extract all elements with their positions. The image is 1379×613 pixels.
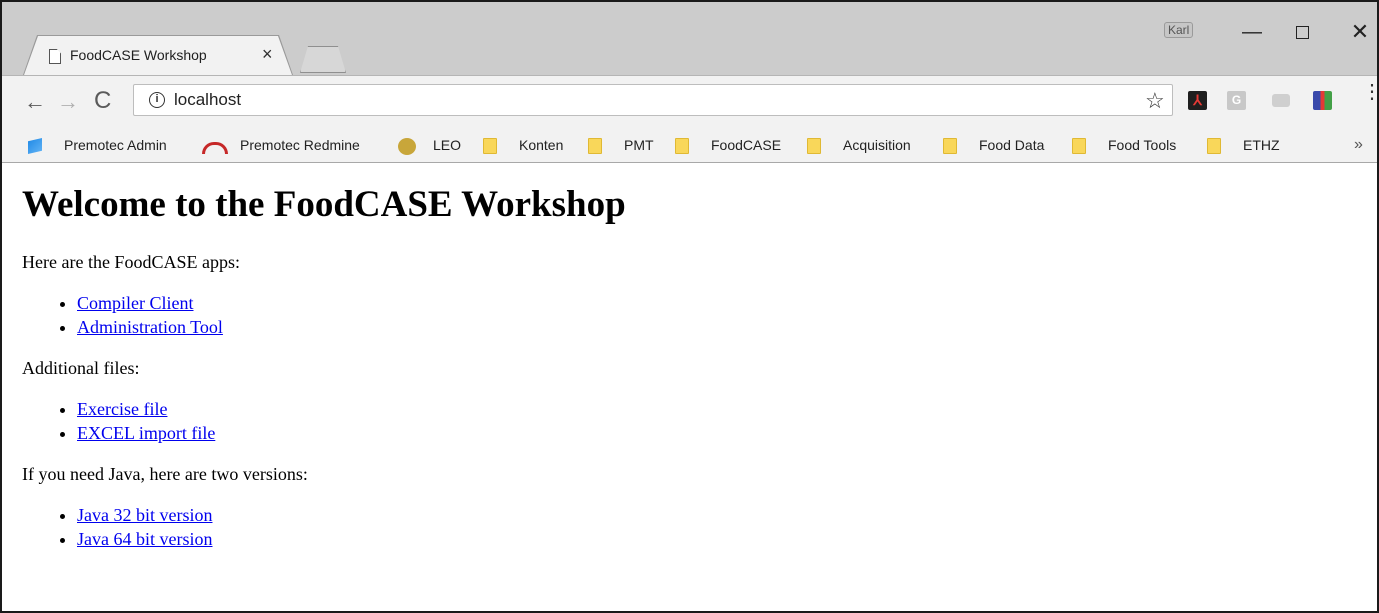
info-icon[interactable]: i [149,92,165,108]
bookmark-star-icon[interactable]: ☆ [1145,88,1165,114]
bookmark-food-tools[interactable]: Food Tools [1108,137,1176,153]
administration-tool-link[interactable]: Administration Tool [77,317,223,337]
url-text[interactable]: localhost [174,90,241,110]
folder-icon [675,138,689,154]
tab-title: FoodCASE Workshop [70,47,207,63]
browser-window: FoodCASE Workshop × Karl — ✕ ← → C i loc… [0,0,1379,613]
chat-extension-icon[interactable] [1272,94,1290,107]
bookmark-premotec-redmine[interactable]: Premotec Redmine [240,137,360,153]
page-content: Welcome to the FoodCASE Workshop Here ar… [22,163,1372,569]
folder-icon [1207,138,1221,154]
list-item: Java 64 bit version [77,527,1372,551]
color-extension-icon[interactable] [1313,91,1332,110]
address-bar[interactable] [133,84,1173,116]
bookmark-foodcase[interactable]: FoodCASE [711,137,781,153]
back-button[interactable]: ← [24,89,46,115]
apps-intro: Here are the FoodCASE apps: [22,252,240,272]
java-intro: If you need Java, here are two versions: [22,464,308,484]
bookmark-acquisition[interactable]: Acquisition [843,137,911,153]
menu-icon[interactable]: ⋮ [1362,82,1377,102]
bookmark-pmt[interactable]: PMT [624,137,654,153]
folder-icon [483,138,497,154]
page-title: Welcome to the FoodCASE Workshop [22,184,626,225]
folder-icon [943,138,957,154]
list-item: Java 32 bit version [77,503,1372,527]
tab-close-icon[interactable]: × [262,44,273,65]
java-list: Java 32 bit version Java 64 bit version [77,503,1372,551]
bookmarks-overflow-button[interactable]: » [1354,136,1363,154]
list-item: Exercise file [77,397,1372,421]
bookmark-premotec-admin[interactable]: Premotec Admin [64,137,167,153]
java-32-bit-link[interactable]: Java 32 bit version [77,505,212,525]
close-window-button[interactable]: ✕ [1348,20,1372,44]
list-item: EXCEL import file [77,421,1372,445]
list-item: Administration Tool [77,315,1372,339]
g-extension-icon[interactable]: G [1227,91,1246,110]
bookmark-food-data[interactable]: Food Data [979,137,1044,153]
files-list: Exercise file EXCEL import file [77,397,1372,445]
bookmark-konten[interactable]: Konten [519,137,563,153]
compiler-client-link[interactable]: Compiler Client [77,293,194,313]
new-tab-button[interactable] [300,46,346,73]
minimize-button[interactable]: — [1240,20,1264,44]
maximize-button[interactable] [1296,26,1309,39]
profile-button[interactable]: Karl [1164,22,1194,38]
list-item: Compiler Client [77,291,1372,315]
reload-button[interactable]: C [94,87,111,115]
pdf-extension-icon[interactable]: ⅄ [1188,91,1207,110]
forward-button[interactable]: → [57,89,79,115]
apps-list: Compiler Client Administration Tool [77,291,1372,339]
bookmark-ethz[interactable]: ETHZ [1243,137,1280,153]
folder-icon [1072,138,1086,154]
bookmark-leo[interactable]: LEO [433,137,461,153]
folder-icon [807,138,821,154]
exercise-file-link[interactable]: Exercise file [77,399,167,419]
excel-import-file-link[interactable]: EXCEL import file [77,423,215,443]
files-intro: Additional files: [22,358,140,378]
folder-icon [588,138,602,154]
java-64-bit-link[interactable]: Java 64 bit version [77,529,212,549]
leo-icon [398,138,416,155]
